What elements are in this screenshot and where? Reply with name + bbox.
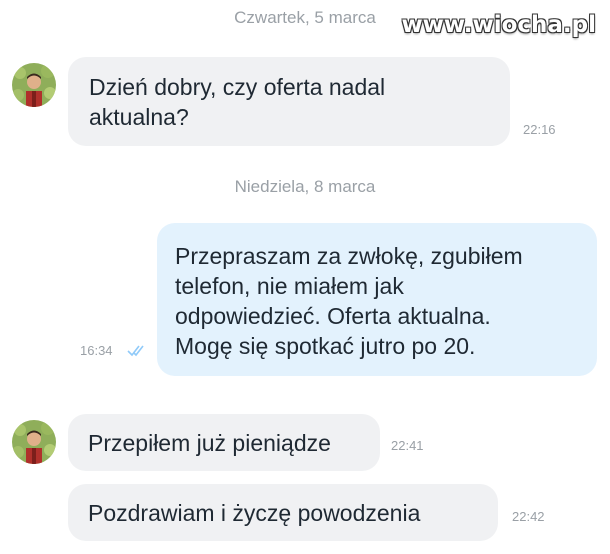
message-timestamp: 16:34 — [80, 343, 113, 358]
date-separator: Niedziela, 8 marca — [234, 177, 376, 196]
incoming-message-bubble[interactable]: Przepiłem już pieniądze — [68, 414, 380, 471]
message-text: Przepraszam za zwłokę, zgubiłem telefon,… — [175, 243, 523, 359]
avatar[interactable] — [12, 420, 56, 464]
message-timestamp: 22:16 — [523, 122, 556, 137]
message-text: Dzień dobry, czy oferta nadal aktualna? — [89, 74, 386, 130]
double-check-icon — [127, 345, 144, 357]
avatar-photo-icon — [12, 420, 56, 464]
incoming-message-bubble[interactable]: Dzień dobry, czy oferta nadal aktualna? … — [68, 57, 556, 146]
message-timestamp: 22:42 — [512, 509, 545, 524]
avatar-photo-icon — [12, 63, 56, 107]
message-text: Przepiłem już pieniądze — [88, 430, 331, 456]
outgoing-message-bubble[interactable]: Przepraszam za zwłokę, zgubiłem telefon,… — [157, 223, 597, 376]
watermark: www.wiocha.pl — [401, 12, 596, 38]
message-timestamp: 22:41 — [391, 438, 424, 453]
message-text: Pozdrawiam i życzę powodzenia — [88, 500, 421, 526]
avatar[interactable] — [12, 63, 56, 107]
incoming-message-bubble[interactable]: Pozdrawiam i życzę powodzenia — [68, 484, 498, 541]
